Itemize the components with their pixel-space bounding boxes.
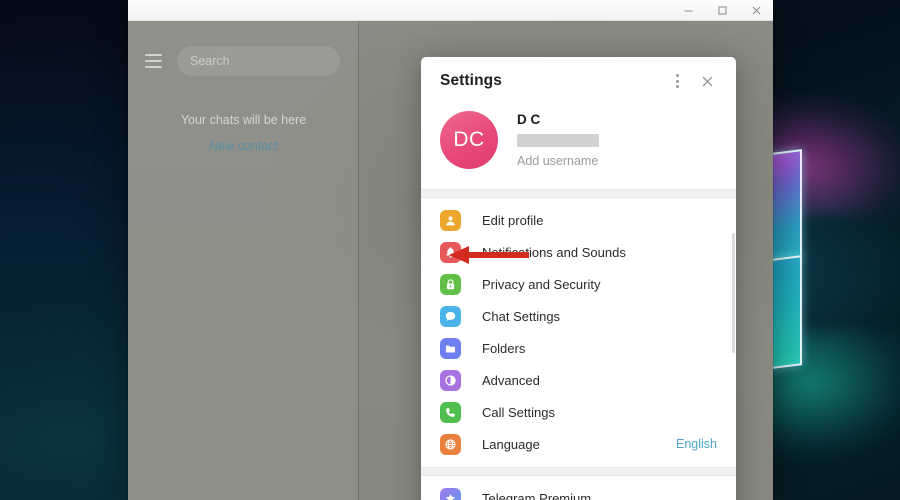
settings-item-label: Call Settings xyxy=(482,404,555,420)
search-input[interactable]: Search xyxy=(177,46,340,76)
profile-phone-redacted xyxy=(517,134,599,147)
bell-icon xyxy=(440,241,461,263)
telegram-body: ssaging Search Your chats will be here N… xyxy=(128,21,773,500)
settings-menu-list: Edit profile Notifications and Sounds Pr… xyxy=(421,198,736,467)
settings-item-label: Language xyxy=(482,436,540,452)
pie-contrast-icon xyxy=(440,369,461,391)
settings-item-label: Telegram Premium xyxy=(482,490,592,500)
more-options-button[interactable] xyxy=(662,66,692,96)
section-divider xyxy=(421,189,736,198)
settings-item-label: Edit profile xyxy=(482,212,544,228)
modal-scrollbar[interactable] xyxy=(732,233,735,353)
settings-item-label: Advanced xyxy=(482,372,540,388)
star-icon xyxy=(440,487,461,500)
desktop: ssaging Search Your chats will be here N… xyxy=(0,0,900,500)
settings-item-label: Privacy and Security xyxy=(482,276,601,292)
person-icon xyxy=(440,209,461,231)
search-row: Search xyxy=(128,41,359,81)
empty-chats-text: Your chats will be here xyxy=(180,113,307,127)
settings-item-edit-profile[interactable]: Edit profile xyxy=(421,204,736,236)
settings-item-language[interactable]: Language English xyxy=(421,428,736,460)
settings-item-privacy-security[interactable]: Privacy and Security xyxy=(421,268,736,300)
close-icon xyxy=(702,76,712,86)
telegram-window: ssaging Search Your chats will be here N… xyxy=(128,0,773,500)
globe-icon xyxy=(440,433,461,455)
chat-list-sidebar: Search Your chats will be here New conta… xyxy=(128,21,359,500)
close-button[interactable] xyxy=(739,0,773,21)
section-divider-bottom xyxy=(421,467,736,476)
settings-item-label: Chat Settings xyxy=(482,308,561,324)
profile-info: D C Add username xyxy=(517,112,599,168)
avatar: DC xyxy=(440,111,498,169)
premium-group: Telegram Premium xyxy=(421,476,736,500)
lock-icon xyxy=(440,273,461,295)
settings-item-label: Folders xyxy=(482,340,526,356)
settings-header: Settings xyxy=(421,57,736,105)
settings-item-advanced[interactable]: Advanced xyxy=(421,364,736,396)
profile-block[interactable]: DC D C Add username xyxy=(421,105,736,189)
settings-item-label: Notifications and Sounds xyxy=(482,244,626,260)
settings-item-notifications[interactable]: Notifications and Sounds xyxy=(421,236,736,268)
kebab-menu-icon xyxy=(675,74,679,88)
settings-dialog: Settings DC D C Add username Edit profil… xyxy=(421,57,736,500)
settings-item-folders[interactable]: Folders xyxy=(421,332,736,364)
settings-item-telegram-premium[interactable]: Telegram Premium xyxy=(421,482,736,500)
settings-item-chat-settings[interactable]: Chat Settings xyxy=(421,300,736,332)
minimize-button[interactable] xyxy=(671,0,705,21)
window-titlebar xyxy=(128,0,773,21)
settings-item-call-settings[interactable]: Call Settings xyxy=(421,396,736,428)
folder-icon xyxy=(440,337,461,359)
add-username-link[interactable]: Add username xyxy=(517,154,599,168)
close-dialog-button[interactable] xyxy=(692,66,722,96)
wallpaper-logo-glow xyxy=(790,150,900,380)
language-value[interactable]: English xyxy=(676,437,717,451)
page-title: Settings xyxy=(440,72,502,89)
profile-name: D C xyxy=(517,112,541,127)
phone-icon xyxy=(440,401,461,423)
chat-bubble-icon xyxy=(440,305,461,327)
empty-chats-state: Your chats will be here New contact xyxy=(128,113,359,153)
maximize-button[interactable] xyxy=(705,0,739,21)
new-contact-link[interactable]: New contact xyxy=(128,139,359,153)
hamburger-menu-icon[interactable] xyxy=(133,41,173,81)
